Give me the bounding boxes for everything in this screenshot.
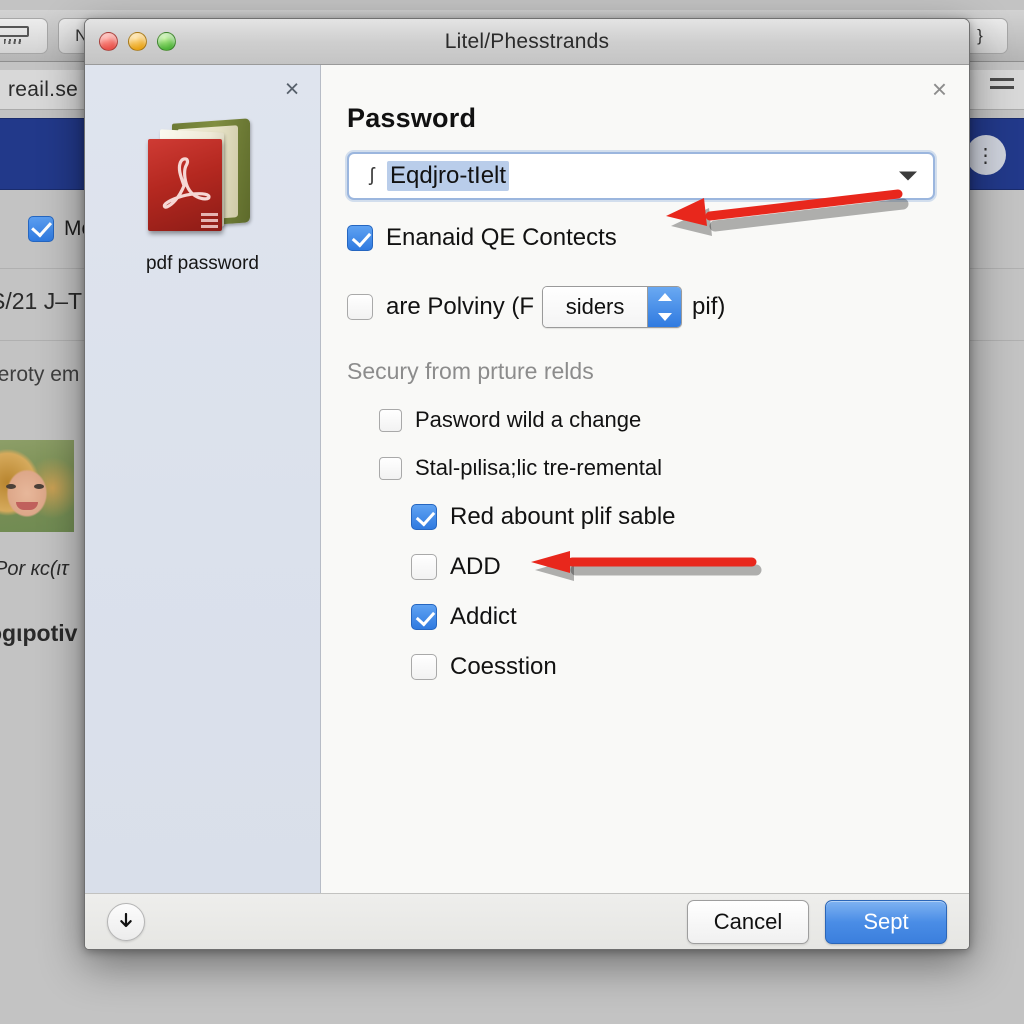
pdf-document-icon (142, 117, 264, 239)
nested-option-row[interactable]: Addict (411, 603, 935, 631)
dialog-body: × pdf password × Password ʃ Eqdjro-tIelt… (85, 65, 969, 893)
stepper-up-icon[interactable] (648, 287, 681, 307)
sub-option-row[interactable]: Pasword wild a change (379, 407, 935, 433)
background-line-3: Por кс(ιτ (0, 558, 69, 580)
nested-option-row[interactable]: Coesstion (411, 653, 935, 681)
red-abount-label: Red abount plif sable (450, 503, 676, 530)
window-controls[interactable] (99, 32, 176, 51)
acrobat-swoosh-icon (162, 157, 211, 209)
background-checkbox[interactable] (28, 216, 54, 242)
page-title: Password (347, 103, 477, 133)
pdf-lines-icon (200, 213, 218, 228)
file-preview: pdf password (85, 117, 320, 275)
chevron-down-icon[interactable] (899, 171, 917, 181)
dialog-titlebar[interactable]: Litel/Phesstrands (85, 19, 969, 65)
sub-option-row[interactable]: Stal-pιlisa;lic tre-remental (379, 455, 935, 481)
stal-incremental-checkbox[interactable] (379, 456, 402, 480)
nested-options-group: Red abount plif sable ADD Addict Coessti… (347, 503, 935, 681)
stal-incremental-label: Stal-pιlisa;lic tre-remental (415, 455, 662, 480)
background-url-text: reail.se (8, 77, 79, 101)
minimize-window-button[interactable] (128, 32, 147, 51)
addict-checkbox[interactable] (411, 604, 437, 630)
coesstion-checkbox[interactable] (411, 654, 437, 680)
dialog-footer: Cancel Sept (85, 893, 969, 949)
polviny-checkbox[interactable] (347, 294, 373, 320)
dialog-content: × Password ʃ Eqdjro-tIelt Enanaid QE Con… (321, 65, 969, 893)
submit-button[interactable]: Sept (825, 899, 947, 944)
addict-label: Addict (450, 603, 517, 630)
background-toolbar-button-window[interactable] (0, 18, 48, 54)
window-icon (0, 26, 30, 46)
add-label: ADD (450, 553, 501, 580)
background-line-4: ogιpotiv (0, 620, 78, 646)
dialog-close-icon[interactable]: × (932, 76, 947, 102)
siders-stepper-value[interactable]: siders (543, 287, 648, 327)
pasword-change-label: Pasword wild a change (415, 407, 642, 432)
background-toolbar-button-brace-label: } (977, 26, 983, 45)
window-title: Litel/Phesstrands (444, 29, 610, 53)
password-combobox[interactable]: ʃ Eqdjro-tIelt (347, 152, 935, 200)
siders-stepper-arrows[interactable] (647, 287, 682, 327)
enable-contects-row[interactable]: Enanaid QE Contects (347, 224, 935, 252)
red-abount-checkbox[interactable] (411, 504, 437, 530)
file-name-label: pdf password (145, 253, 259, 274)
section-label: Secury from prture relds (347, 358, 594, 384)
hamburger-menu-icon[interactable] (990, 78, 1014, 94)
nested-option-row[interactable]: Red abount plif sable (411, 503, 935, 531)
password-dialog: Litel/Phesstrands × pdf password × Passw… (84, 18, 970, 950)
enable-contects-label: Enanaid QE Contects (386, 224, 617, 251)
background-profile-photo (0, 440, 74, 532)
download-glyph (120, 912, 132, 927)
background-line-1: S/21 J–T (0, 288, 83, 314)
add-checkbox[interactable] (411, 554, 437, 580)
password-field-icon: ʃ (369, 165, 375, 186)
sidebar-close-icon[interactable]: × (280, 77, 304, 102)
background-avatar-circle: ⋮ (966, 135, 1006, 175)
nested-option-row[interactable]: ADD (411, 553, 935, 581)
sub-options-group: Pasword wild a change Stal-pιlisa;lic tr… (347, 407, 935, 481)
footer-actions: Cancel Sept (687, 899, 947, 944)
stepper-down-icon[interactable] (648, 307, 681, 327)
download-arrow-icon[interactable] (107, 902, 145, 941)
polviny-label-after: pif) (692, 293, 726, 320)
pasword-change-checkbox[interactable] (379, 408, 402, 432)
enable-contects-checkbox[interactable] (347, 225, 373, 251)
polviny-label-before: are Polviny (F (386, 293, 535, 320)
password-combobox-value: Eqdjro-tIelt (387, 161, 510, 191)
siders-stepper[interactable]: siders (542, 286, 683, 328)
polviny-row[interactable]: are Polviny (F siders pif) (347, 286, 935, 328)
cancel-button[interactable]: Cancel (687, 899, 809, 944)
coesstion-label: Coesstion (450, 653, 557, 680)
background-line-2: eeroty em (0, 363, 80, 386)
dialog-sidebar: × pdf password (85, 65, 321, 893)
maximize-window-button[interactable] (157, 32, 176, 51)
close-window-button[interactable] (99, 32, 118, 51)
screen: N2 } reail.se ⋮ Mo S/21 J–T eeroty em Po… (0, 0, 1024, 1024)
pdf-badge-icon (147, 139, 222, 231)
